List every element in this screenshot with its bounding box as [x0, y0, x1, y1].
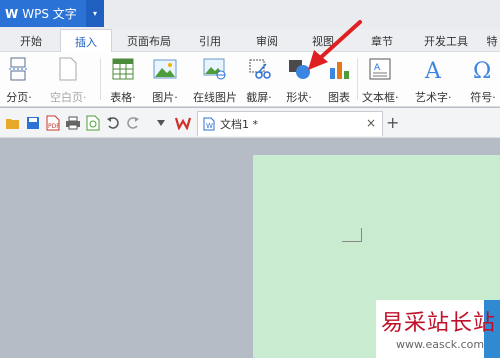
symbol-label: 符号· [470, 91, 496, 104]
blank-page-button[interactable]: 空白页· [50, 56, 87, 105]
pagination-label: 分页· [6, 91, 32, 104]
close-tab-icon[interactable]: × [366, 116, 376, 130]
chart-label: 图表 [328, 91, 350, 104]
document-icon: W [203, 117, 215, 131]
quick-access-toolbar: PDF W 文档1 * × + [0, 108, 500, 138]
svg-text:A: A [374, 63, 381, 73]
svg-text:Ω: Ω [473, 59, 491, 81]
print-preview-icon[interactable] [85, 115, 101, 131]
wps-menu-button[interactable]: W WPS 文字 ▾ [0, 0, 104, 27]
open-folder-icon[interactable] [5, 115, 21, 131]
tab-sections[interactable]: 章节 [362, 29, 402, 52]
screenshot-button[interactable]: 截屏· [246, 56, 272, 105]
symbol-button[interactable]: Ω 符号· [470, 56, 496, 105]
save-icon[interactable] [25, 115, 41, 131]
wps-logo-icon: W [5, 6, 19, 21]
new-tab-icon[interactable]: + [386, 113, 399, 132]
wordart-icon: A [420, 56, 446, 82]
svg-text:PDF: PDF [48, 123, 60, 130]
watermark-url: www.easck.com [396, 338, 485, 351]
online-picture-label: 在线图片 [193, 91, 237, 104]
ribbon-insert: 分页· 空白页· 表格· 图片· 在线图片 截屏· 形状· 图表 A 文本框· … [0, 52, 500, 107]
tab-developer[interactable]: 开发工具 [416, 29, 476, 52]
shape-label: 形状· [286, 91, 312, 104]
ribbon-divider [100, 58, 101, 100]
blank-page-icon [55, 56, 81, 82]
screenshot-label: 截屏· [246, 91, 272, 104]
svg-text:A: A [424, 59, 442, 81]
wordart-button[interactable]: A 艺术字· [415, 56, 452, 105]
document-tab-label: 文档1 * [220, 118, 258, 131]
red-arrow-annotation [308, 20, 362, 70]
site-watermark: 易采站长站 www.easck.com [376, 300, 500, 358]
tab-insert[interactable]: 插入 [60, 29, 112, 53]
tab-special[interactable]: 特 [484, 29, 500, 52]
redo-icon[interactable] [125, 115, 141, 131]
menu-dropdown-icon[interactable]: ▾ [86, 0, 104, 27]
table-button[interactable]: 表格· [110, 56, 136, 105]
picture-button[interactable]: 图片· [152, 56, 178, 105]
textbox-icon: A [367, 56, 393, 82]
ribbon-tabs: 开始 插入 页面布局 引用 审阅 视图 章节 开发工具 特 [0, 29, 500, 53]
wordart-label: 艺术字· [415, 91, 452, 104]
undo-icon[interactable] [105, 115, 121, 131]
scissors-icon [246, 56, 272, 82]
page-margin-marker [342, 228, 362, 242]
watermark-site-name: 易采站长站 [381, 311, 497, 336]
table-label: 表格· [110, 91, 136, 104]
tab-home[interactable]: 开始 [11, 29, 51, 52]
document-tab[interactable]: W 文档1 * × [197, 111, 383, 136]
app-title: WPS 文字 [22, 7, 77, 21]
picture-label: 图片· [152, 91, 178, 104]
customize-dropdown-icon[interactable] [153, 115, 169, 131]
textbox-label: 文本框· [362, 91, 399, 104]
tab-page-layout[interactable]: 页面布局 [120, 29, 178, 52]
picture-icon [152, 56, 178, 82]
title-bar: W WPS 文字 ▾ [0, 0, 500, 29]
svg-text:W: W [206, 122, 213, 130]
wps-logo-icon[interactable] [175, 115, 191, 131]
omega-icon: Ω [470, 56, 496, 82]
export-pdf-icon[interactable]: PDF [45, 115, 61, 131]
page-break-icon [6, 56, 32, 82]
print-icon[interactable] [65, 115, 81, 131]
blank-page-label: 空白页· [50, 91, 87, 104]
tab-review[interactable]: 审阅 [247, 29, 287, 52]
textbox-button[interactable]: A 文本框· [362, 56, 399, 105]
online-picture-icon [202, 56, 228, 82]
pagination-button[interactable]: 分页· [6, 56, 32, 105]
online-picture-button[interactable]: 在线图片 [193, 56, 237, 105]
table-icon [110, 56, 136, 82]
tab-references[interactable]: 引用 [190, 29, 230, 52]
